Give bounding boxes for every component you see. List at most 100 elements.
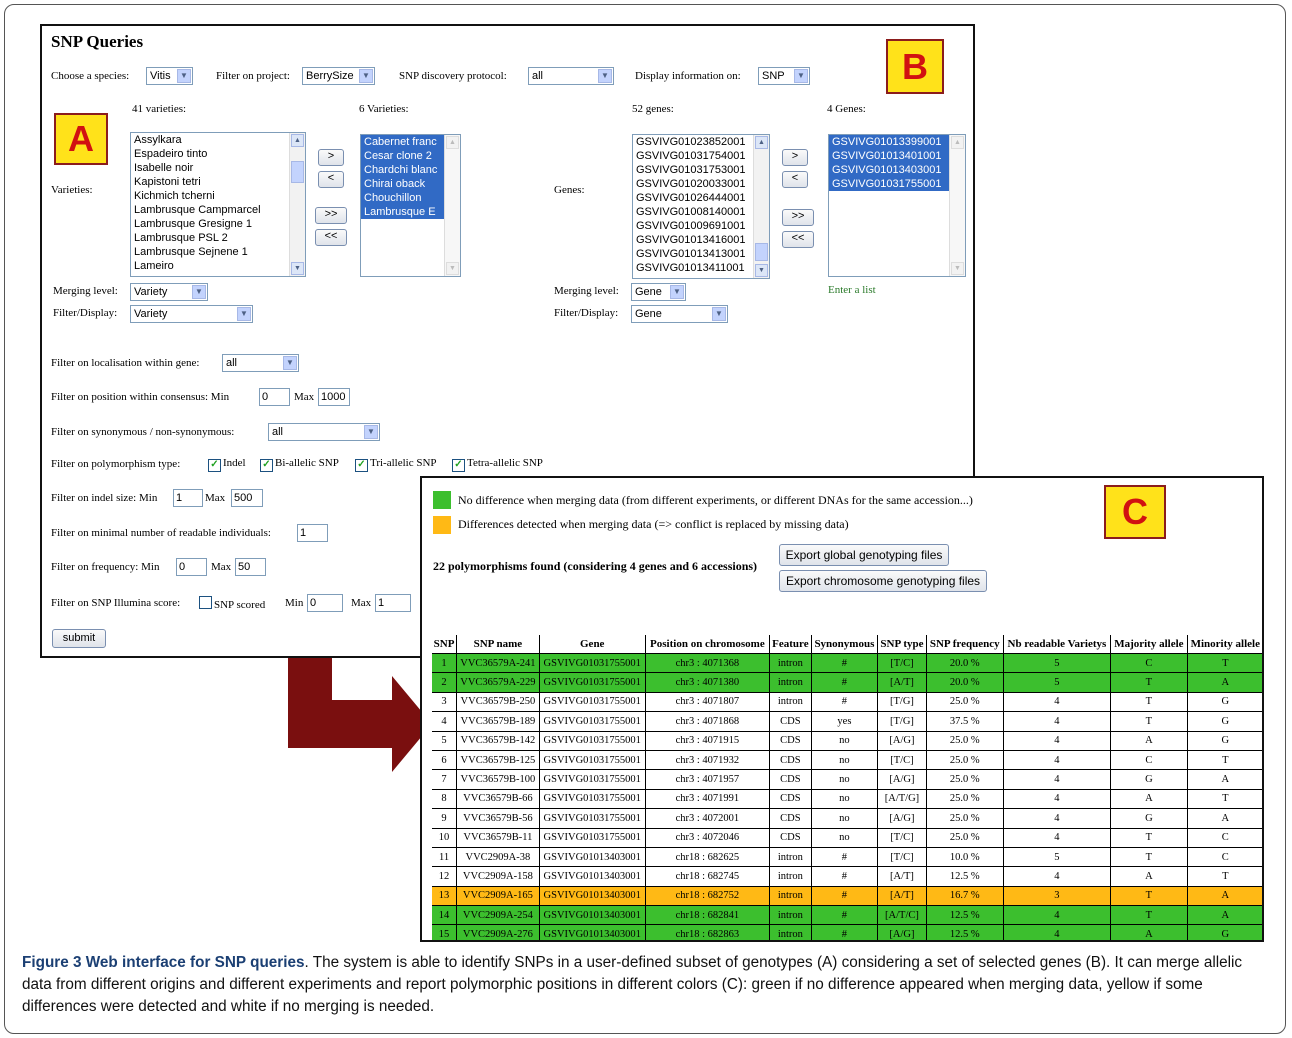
scrollbar[interactable]: ▲ ▼: [949, 135, 965, 276]
table-cell: CDS: [769, 828, 812, 848]
variety-option[interactable]: Assylkara: [131, 133, 305, 147]
table-cell: 4: [1002, 905, 1111, 926]
checkbox-empty-icon[interactable]: [199, 596, 212, 609]
gene-option[interactable]: GSVIVG01013411001: [633, 261, 769, 275]
illumina-max-input[interactable]: 1: [375, 594, 411, 612]
filter-display-gene-select[interactable]: Gene ▼: [631, 305, 728, 323]
variety-option[interactable]: Kichmich tcherni: [131, 189, 305, 203]
enter-list-link[interactable]: Enter a list: [828, 284, 876, 296]
table-cell: #: [810, 866, 878, 887]
selected-gene-option[interactable]: GSVIVG01013401001: [829, 149, 965, 163]
gene-option[interactable]: GSVIVG01026444001: [633, 191, 769, 205]
table-cell: T: [1110, 828, 1188, 848]
variety-option[interactable]: Kapistoni tetri: [131, 175, 305, 189]
poly-bi-checkbox[interactable]: ✓ Bi-allelic SNP: [260, 457, 339, 472]
export-chromosome-button[interactable]: Export chromosome genotyping files: [779, 570, 987, 592]
frequency-max-input[interactable]: 50: [235, 558, 266, 576]
variety-option[interactable]: Lambrusque Campmarcel: [131, 203, 305, 217]
gene-option[interactable]: GSVIVG01013413001: [633, 247, 769, 261]
scroll-thumb[interactable]: [755, 243, 768, 261]
position-max-input[interactable]: 1000: [318, 388, 350, 406]
localisation-value: all: [226, 357, 238, 369]
move-all-varieties-left-button[interactable]: <<: [315, 229, 347, 246]
scroll-up-icon[interactable]: ▲: [951, 136, 964, 149]
poly-tetra-checkbox[interactable]: ✓ Tetra-allelic SNP: [452, 457, 543, 472]
variety-option[interactable]: Lambrusque Sejnene 1: [131, 245, 305, 259]
merging-variety-select[interactable]: Variety ▼: [130, 283, 208, 301]
variety-option[interactable]: Espadeiro tinto: [131, 147, 305, 161]
check-icon[interactable]: ✓: [452, 459, 465, 472]
position-min-input[interactable]: 0: [259, 388, 290, 406]
gene-option[interactable]: GSVIVG01013416001: [633, 233, 769, 247]
table-cell: VVC36579B-56: [456, 808, 540, 829]
gene-option[interactable]: GSVIVG01008140001: [633, 205, 769, 219]
table-row: 6 VVC36579B-125 GSVIVG01031755001 chr3 : 40…: [432, 750, 1262, 771]
selected-genes-listbox[interactable]: GSVIVG01013399001 GSVIVG01013401001 GSVIVG…: [828, 134, 966, 277]
move-all-varieties-right-button[interactable]: >>: [315, 207, 347, 224]
gene-option[interactable]: GSVIVG01023852001: [633, 135, 769, 149]
scroll-down-icon[interactable]: ▼: [291, 262, 304, 275]
synonymous-select[interactable]: all ▼: [268, 423, 380, 441]
check-icon[interactable]: ✓: [260, 459, 273, 472]
check-icon[interactable]: ✓: [355, 459, 368, 472]
move-variety-right-button[interactable]: >: [318, 149, 344, 166]
submit-button[interactable]: submit: [52, 629, 106, 648]
move-gene-left-button[interactable]: <: [782, 171, 808, 188]
label-b: B: [886, 39, 944, 94]
table-cell: [A/G]: [877, 731, 927, 751]
gene-option[interactable]: GSVIVG01031753001: [633, 163, 769, 177]
export-global-button[interactable]: Export global genotyping files: [779, 544, 949, 566]
poly-tri-checkbox[interactable]: ✓ Tri-allelic SNP: [355, 457, 437, 472]
scroll-up-icon[interactable]: ▲: [446, 136, 459, 149]
table-cell: 9: [432, 808, 457, 829]
scrollbar[interactable]: ▲ ▼: [289, 133, 305, 276]
merging-variety-value: Variety: [134, 286, 168, 298]
move-variety-left-button[interactable]: <: [318, 171, 344, 188]
scroll-down-icon[interactable]: ▼: [951, 262, 964, 275]
scroll-thumb[interactable]: [291, 161, 304, 183]
display-select[interactable]: SNP ▼: [758, 67, 810, 85]
table-cell: VVC2909A-158: [456, 866, 540, 887]
gene-option[interactable]: GSVIVG01020033001: [633, 177, 769, 191]
selected-varieties-listbox[interactable]: Cabernet franc Cesar clone 2 Chardchi blan…: [360, 134, 461, 277]
illumina-checkbox[interactable]: SNP scored: [199, 596, 265, 611]
scroll-down-icon[interactable]: ▼: [755, 264, 768, 277]
project-select[interactable]: BerrySize ▼: [302, 67, 375, 85]
gene-option[interactable]: GSVIVG01031754001: [633, 149, 769, 163]
filter-display-variety-select[interactable]: Variety ▼: [130, 305, 253, 323]
poly-tetra-label: Tetra-allelic SNP: [467, 457, 543, 469]
scrollbar[interactable]: ▲ ▼: [444, 135, 460, 276]
species-select[interactable]: Vitis ▼: [146, 67, 193, 85]
illumina-min-input[interactable]: 0: [307, 594, 343, 612]
selected-gene-option[interactable]: GSVIVG01013399001: [829, 135, 965, 149]
selected-gene-option[interactable]: GSVIVG01013403001: [829, 163, 965, 177]
indel-max-input[interactable]: 500: [231, 489, 263, 507]
localisation-select[interactable]: all ▼: [222, 354, 299, 372]
poly-indel-checkbox[interactable]: ✓ Indel: [208, 457, 246, 472]
scroll-down-icon[interactable]: ▼: [446, 262, 459, 275]
gene-option[interactable]: GSVIVG01009691001: [633, 219, 769, 233]
scrollbar[interactable]: ▲ ▼: [753, 135, 769, 278]
varieties-listbox[interactable]: Assylkara Espadeiro tinto Isabelle noir Kap…: [130, 132, 306, 277]
genes-listbox[interactable]: GSVIVG01023852001 GSVIVG01031754001 GSVIVG…: [632, 134, 770, 279]
merging-gene-select[interactable]: Gene ▼: [631, 283, 686, 301]
scroll-up-icon[interactable]: ▲: [755, 136, 768, 149]
check-icon[interactable]: ✓: [208, 459, 221, 472]
protocol-select[interactable]: all ▼: [528, 67, 614, 85]
variety-option[interactable]: Lambrusque Gresigne 1: [131, 217, 305, 231]
table-cell: CDS: [769, 769, 812, 790]
move-gene-right-button[interactable]: >: [782, 149, 808, 166]
table-cell: [A/G]: [877, 924, 927, 940]
move-all-genes-right-button[interactable]: >>: [782, 209, 814, 226]
scroll-up-icon[interactable]: ▲: [291, 134, 304, 147]
column-header: Synonymous: [810, 635, 878, 654]
table-cell: VVC36579A-229: [456, 672, 540, 693]
move-all-genes-left-button[interactable]: <<: [782, 231, 814, 248]
frequency-min-input[interactable]: 0: [176, 558, 207, 576]
variety-option[interactable]: Lameiro: [131, 259, 305, 273]
indel-min-input[interactable]: 1: [173, 489, 203, 507]
selected-gene-option[interactable]: GSVIVG01031755001: [829, 177, 965, 191]
variety-option[interactable]: Lambrusque PSL 2: [131, 231, 305, 245]
readable-input[interactable]: 1: [297, 524, 328, 542]
variety-option[interactable]: Isabelle noir: [131, 161, 305, 175]
